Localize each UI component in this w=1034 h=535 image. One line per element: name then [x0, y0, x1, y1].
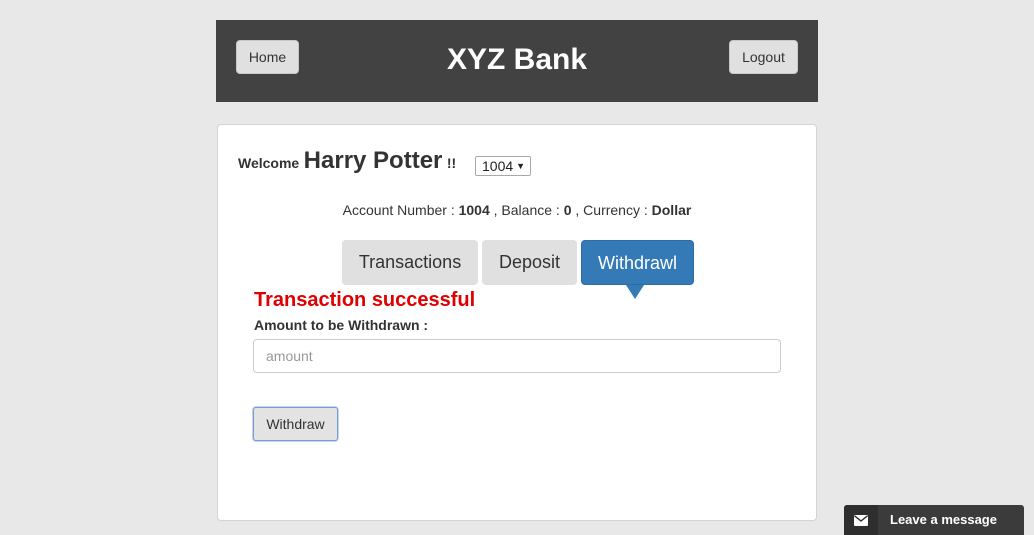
- account-info: Account Number : 1004 , Balance : 0 , Cu…: [218, 202, 816, 218]
- tab-transactions[interactable]: Transactions: [342, 240, 478, 285]
- account-select-value: 1004: [482, 158, 514, 174]
- account-panel: Welcome Harry Potter !! 1004 ▼ Account N…: [217, 124, 817, 521]
- currency-value: Dollar: [651, 202, 692, 218]
- envelope-icon: [844, 505, 878, 535]
- account-select[interactable]: 1004 ▼: [475, 156, 531, 176]
- dropdown-arrow-icon: ▼: [516, 161, 525, 171]
- bank-title: XYZ Bank: [446, 43, 588, 76]
- account-number-value: 1004: [458, 202, 490, 218]
- welcome-suffix: !!: [446, 155, 457, 171]
- amount-input[interactable]: [253, 339, 781, 373]
- tab-deposit[interactable]: Deposit: [482, 240, 577, 285]
- logout-button[interactable]: Logout: [729, 40, 798, 74]
- account-number-label: Account Number :: [342, 202, 455, 218]
- leave-message-widget[interactable]: Leave a message: [844, 505, 1024, 535]
- welcome-row: Welcome Harry Potter !!: [238, 147, 456, 181]
- top-header: Home XYZ Bank Logout: [216, 20, 818, 102]
- amount-label: Amount to be Withdrawn :: [254, 317, 429, 333]
- withdraw-button[interactable]: Withdraw: [253, 407, 338, 441]
- balance-value: 0: [563, 202, 572, 218]
- transaction-status-message: Transaction successful: [254, 289, 476, 311]
- currency-label: , Currency :: [575, 202, 648, 218]
- welcome-label: Welcome: [238, 155, 300, 171]
- leave-message-label: Leave a message: [890, 512, 997, 527]
- tab-withdrawl[interactable]: Withdrawl: [581, 240, 694, 285]
- active-tab-pointer: [626, 285, 644, 299]
- customer-name: Harry Potter: [303, 147, 443, 174]
- balance-label: , Balance :: [493, 202, 560, 218]
